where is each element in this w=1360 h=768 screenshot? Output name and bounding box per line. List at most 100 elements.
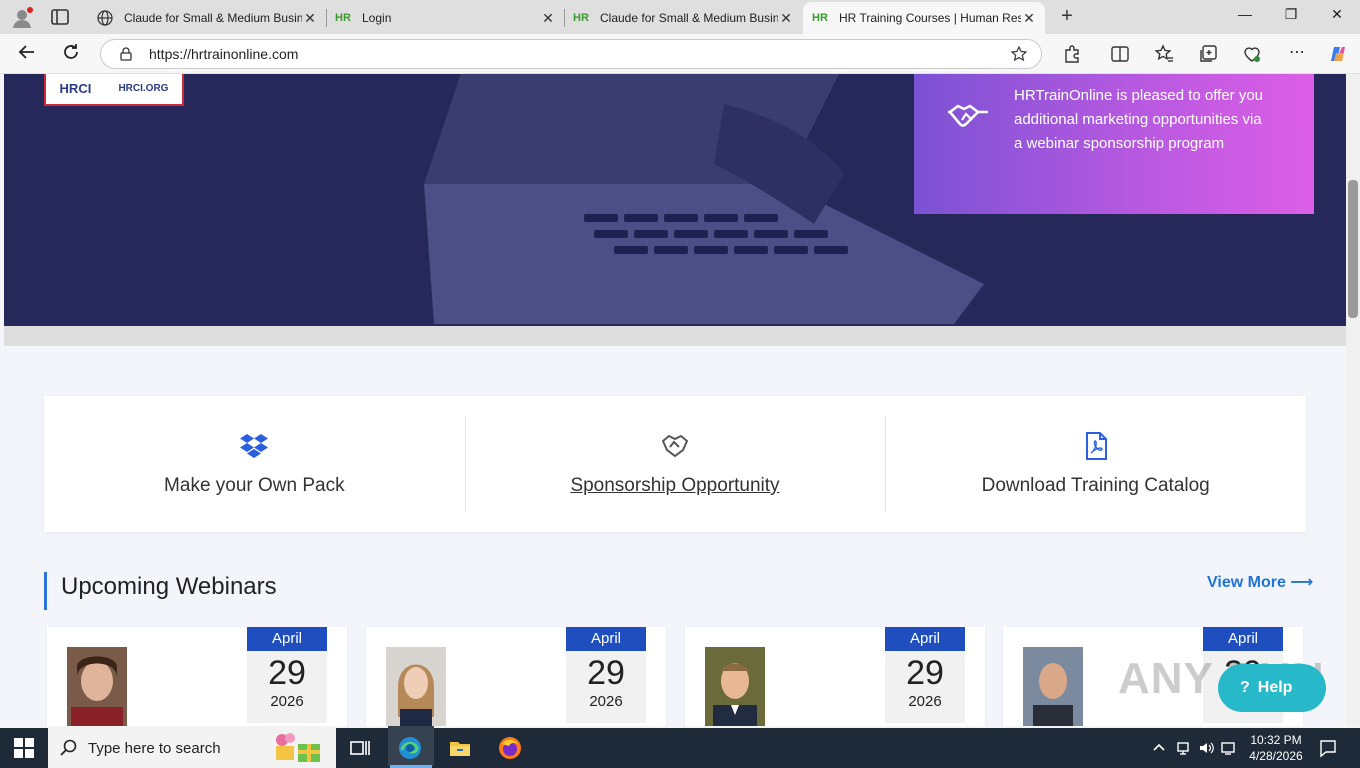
help-button[interactable]: ? Help xyxy=(1218,664,1326,712)
date-day: 29 xyxy=(268,654,306,692)
page-scrollbar[interactable] xyxy=(1346,74,1360,726)
webinar-card[interactable]: April 29 2026 xyxy=(47,627,347,726)
collections-icon[interactable] xyxy=(1198,44,1218,64)
webinar-card[interactable]: April 29 2026 xyxy=(366,627,666,726)
presenter-photo xyxy=(67,647,127,726)
firefox-icon[interactable] xyxy=(498,736,522,760)
tab-actions-icon[interactable] xyxy=(50,8,70,26)
chevron-up-icon[interactable] xyxy=(1152,740,1166,754)
profile-icon[interactable] xyxy=(10,6,34,30)
tab-label: Login xyxy=(362,11,392,25)
search-placeholder: Type here to search xyxy=(88,739,221,757)
webinar-date: April 29 2026 xyxy=(885,627,965,723)
windows-start-icon[interactable] xyxy=(14,738,34,758)
address-bar[interactable]: https://hrtrainonline.com xyxy=(100,39,1042,69)
globe-icon xyxy=(96,9,114,27)
feature-card-own-pack[interactable]: Make your Own Pack xyxy=(44,396,465,532)
tab-label: Claude for Small & Medium Busin xyxy=(124,11,302,25)
close-icon[interactable]: ✕ xyxy=(302,10,318,27)
notifications-icon[interactable] xyxy=(1318,738,1338,758)
tab-1[interactable]: Claude for Small & Medium Busin ✕ xyxy=(88,2,326,34)
date-month: April xyxy=(247,627,327,651)
promo-text: HRTrainOnline is pleased to offer you ad… xyxy=(1014,87,1264,152)
tab-2[interactable]: HR Login ✕ xyxy=(326,2,564,34)
volume-icon[interactable] xyxy=(1198,740,1214,756)
language-icon[interactable] xyxy=(1220,740,1236,756)
minimize-button[interactable]: — xyxy=(1222,6,1268,28)
scrollbar-thumb[interactable] xyxy=(1348,180,1358,318)
network-icon[interactable] xyxy=(1176,740,1192,756)
hero-banner: HRCI HRCI.ORG HRTrainOnline is pleased t… xyxy=(4,74,1346,326)
presenter-photo xyxy=(705,647,765,726)
feature-cards: Make your Own Pack Sponsorship Opportuni… xyxy=(44,396,1306,532)
file-explorer-icon[interactable] xyxy=(448,736,472,760)
close-icon[interactable]: ✕ xyxy=(778,10,794,27)
webinar-card[interactable]: April 29 2026 xyxy=(685,627,985,726)
back-arrow-icon xyxy=(18,45,34,59)
pdf-icon xyxy=(1085,432,1107,460)
favorite-star-icon[interactable] xyxy=(1011,46,1027,62)
date-month: April xyxy=(1203,627,1283,651)
divider-band xyxy=(4,326,1346,346)
sponsorship-promo[interactable]: HRTrainOnline is pleased to offer you ad… xyxy=(914,74,1314,214)
browser-toolbar: https://hrtrainonline.com ⋯ xyxy=(0,34,1360,74)
laptop-photo xyxy=(424,74,984,324)
feature-card-sponsorship[interactable]: Sponsorship Opportunity xyxy=(464,396,886,532)
tab-label: Claude for Small & Medium Busin xyxy=(600,11,778,25)
back-button[interactable] xyxy=(14,42,40,66)
tab-strip: Claude for Small & Medium Busin ✕ HR Log… xyxy=(0,0,1360,34)
favorites-icon[interactable] xyxy=(1154,44,1174,64)
view-more-link[interactable]: View More ⟶ xyxy=(1207,572,1313,592)
date-day: 29 xyxy=(587,654,625,692)
dropbox-icon xyxy=(240,434,269,458)
split-screen-icon[interactable] xyxy=(1110,44,1130,64)
help-label: Help xyxy=(1257,679,1293,696)
logo-text: HRCI xyxy=(59,80,92,96)
gift-flowers-icon xyxy=(276,733,320,762)
webinar-date: April 29 2026 xyxy=(566,627,646,723)
tab-4-active[interactable]: HR HR Training Courses | Human Res ✕ xyxy=(803,2,1045,34)
search-icon xyxy=(60,739,77,756)
clock-date: 4/28/2026 xyxy=(1249,749,1303,763)
lock-icon[interactable] xyxy=(119,47,133,61)
maximize-button[interactable]: ❐ xyxy=(1268,6,1314,28)
feature-label: Make your Own Pack xyxy=(164,475,345,496)
handshake-icon xyxy=(948,104,988,127)
logo-text: HRCI.ORG xyxy=(118,82,169,94)
feature-label[interactable]: Sponsorship Opportunity xyxy=(570,475,779,497)
refresh-icon xyxy=(64,44,78,59)
date-year: 2026 xyxy=(908,693,942,710)
new-tab-button[interactable]: + xyxy=(1056,6,1078,28)
date-day: 29 xyxy=(906,654,944,692)
close-window-button[interactable]: ✕ xyxy=(1314,6,1360,28)
date-month: April xyxy=(885,627,965,651)
presenter-photo xyxy=(1023,647,1083,726)
refresh-button[interactable] xyxy=(58,42,84,66)
copilot-icon[interactable] xyxy=(1328,44,1348,64)
browser-essentials-icon[interactable] xyxy=(1242,44,1262,64)
hrci-logo[interactable]: HRCI HRCI.ORG xyxy=(44,74,184,106)
webinar-date: April 29 2026 xyxy=(247,627,327,723)
tab-label: HR Training Courses | Human Res xyxy=(839,11,1021,25)
section-title: Upcoming Webinars xyxy=(44,572,277,610)
web-page: HRCI HRCI.ORG HRTrainOnline is pleased t… xyxy=(0,74,1346,726)
task-view-icon[interactable] xyxy=(348,736,372,760)
taskbar-search[interactable]: Type here to search xyxy=(48,728,336,768)
edge-icon[interactable] xyxy=(398,736,422,760)
url-text[interactable]: https://hrtrainonline.com xyxy=(149,46,298,62)
view-more-label: View More xyxy=(1207,574,1286,591)
close-icon[interactable]: ✕ xyxy=(540,10,556,27)
taskbar-clock[interactable]: 10:32 PM 4/28/2026 xyxy=(1236,732,1316,764)
help-icon: ? xyxy=(1240,679,1250,696)
handshake-icon xyxy=(661,434,689,458)
hr-favicon: HR xyxy=(812,12,828,24)
hr-favicon: HR xyxy=(335,12,351,24)
feature-card-catalog[interactable]: Download Training Catalog xyxy=(885,396,1306,532)
extensions-icon[interactable] xyxy=(1062,44,1082,64)
presenter-photo xyxy=(386,647,446,726)
close-icon[interactable]: ✕ xyxy=(1021,10,1037,27)
tab-3[interactable]: HR Claude for Small & Medium Busin ✕ xyxy=(564,2,802,34)
date-year: 2026 xyxy=(270,693,304,710)
date-year: 2026 xyxy=(589,693,623,710)
settings-more-button[interactable]: ⋯ xyxy=(1284,42,1310,66)
